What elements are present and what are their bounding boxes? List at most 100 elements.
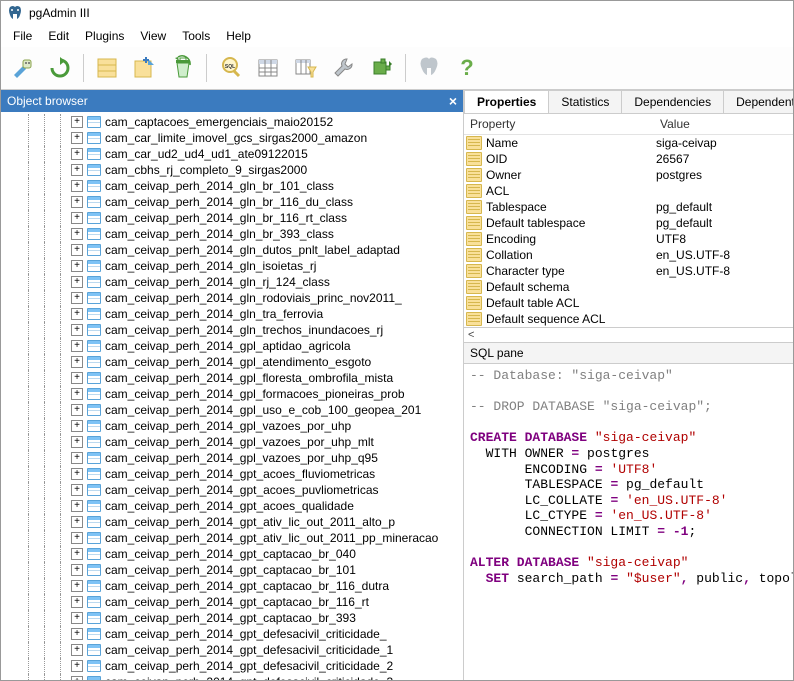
property-row[interactable]: Namesiga-ceivap bbox=[464, 135, 793, 151]
tree-item[interactable]: +cam_ceivap_perh_2014_gpl_vazoes_por_uhp… bbox=[1, 450, 463, 466]
tree-item[interactable]: +cam_ceivap_perh_2014_gln_rodoviais_prin… bbox=[1, 290, 463, 306]
tree-item[interactable]: +cam_ceivap_perh_2014_gpt_defesacivil_cr… bbox=[1, 626, 463, 642]
tree-item[interactable]: +cam_captacoes_emergenciais_maio20152 bbox=[1, 114, 463, 130]
expand-icon[interactable]: + bbox=[71, 660, 83, 672]
tree-item[interactable]: +cam_ceivap_perh_2014_gpt_acoes_puvliome… bbox=[1, 482, 463, 498]
expand-icon[interactable]: + bbox=[71, 452, 83, 464]
tree-item[interactable]: +cam_car_ud2_ud4_ud1_ate09122015 bbox=[1, 146, 463, 162]
tab-properties[interactable]: Properties bbox=[464, 90, 549, 113]
properties-list[interactable]: Namesiga-ceivapOID26567OwnerpostgresACLT… bbox=[464, 135, 793, 327]
property-row[interactable]: Default sequence ACL bbox=[464, 311, 793, 327]
tree-item[interactable]: +cam_ceivap_perh_2014_gpt_defesacivil_cr… bbox=[1, 674, 463, 680]
scroll-left-hint[interactable]: < bbox=[464, 327, 793, 342]
expand-icon[interactable]: + bbox=[71, 164, 83, 176]
expand-icon[interactable]: + bbox=[71, 532, 83, 544]
refresh-icon[interactable] bbox=[43, 51, 77, 85]
expand-icon[interactable]: + bbox=[71, 500, 83, 512]
expand-icon[interactable]: + bbox=[71, 292, 83, 304]
menu-view[interactable]: View bbox=[132, 27, 174, 45]
tree-item[interactable]: +cam_ceivap_perh_2014_gln_br_116_du_clas… bbox=[1, 194, 463, 210]
tree-item[interactable]: +cam_ceivap_perh_2014_gln_trechos_inunda… bbox=[1, 322, 463, 338]
tree-item[interactable]: +cam_ceivap_perh_2014_gpl_vazoes_por_uhp… bbox=[1, 434, 463, 450]
property-row[interactable]: Ownerpostgres bbox=[464, 167, 793, 183]
tree-item[interactable]: +cam_ceivap_perh_2014_gpl_formacoes_pion… bbox=[1, 386, 463, 402]
delete-icon[interactable] bbox=[166, 51, 200, 85]
tab-dependencies[interactable]: Dependencies bbox=[621, 90, 724, 113]
expand-icon[interactable]: + bbox=[71, 580, 83, 592]
expand-icon[interactable]: + bbox=[71, 324, 83, 336]
tab-statistics[interactable]: Statistics bbox=[548, 90, 622, 113]
tree-item[interactable]: +cam_ceivap_perh_2014_gpt_ativ_lic_out_2… bbox=[1, 530, 463, 546]
tree-item[interactable]: +cam_ceivap_perh_2014_gpt_captacao_br_10… bbox=[1, 562, 463, 578]
expand-icon[interactable]: + bbox=[71, 196, 83, 208]
expand-icon[interactable]: + bbox=[71, 612, 83, 624]
expand-icon[interactable]: + bbox=[71, 420, 83, 432]
expand-icon[interactable]: + bbox=[71, 372, 83, 384]
expand-icon[interactable]: + bbox=[71, 644, 83, 656]
expand-icon[interactable]: + bbox=[71, 340, 83, 352]
expand-icon[interactable]: + bbox=[71, 212, 83, 224]
property-row[interactable]: Tablespacepg_default bbox=[464, 199, 793, 215]
expand-icon[interactable]: + bbox=[71, 388, 83, 400]
property-row[interactable]: Character typeen_US.UTF-8 bbox=[464, 263, 793, 279]
tree-item[interactable]: +cam_ceivap_perh_2014_gpt_captacao_br_04… bbox=[1, 546, 463, 562]
property-row[interactable]: Default table ACL bbox=[464, 295, 793, 311]
tree-item[interactable]: +cam_ceivap_perh_2014_gpt_captacao_br_39… bbox=[1, 610, 463, 626]
expand-icon[interactable]: + bbox=[71, 596, 83, 608]
expand-icon[interactable]: + bbox=[71, 308, 83, 320]
plugins-icon[interactable] bbox=[365, 51, 399, 85]
tree-item[interactable]: +cam_ceivap_perh_2014_gln_br_393_class bbox=[1, 226, 463, 242]
property-row[interactable]: Default schema bbox=[464, 279, 793, 295]
tree-item[interactable]: +cam_ceivap_perh_2014_gpt_acoes_fluviome… bbox=[1, 466, 463, 482]
tab-dependents[interactable]: Dependents bbox=[723, 90, 793, 113]
tree-item[interactable]: +cam_ceivap_perh_2014_gln_rj_124_class bbox=[1, 274, 463, 290]
tree-item[interactable]: +cam_ceivap_perh_2014_gln_tra_ferrovia bbox=[1, 306, 463, 322]
property-row[interactable]: Default tablespacepg_default bbox=[464, 215, 793, 231]
menu-plugins[interactable]: Plugins bbox=[77, 27, 132, 45]
tree-item[interactable]: +cam_ceivap_perh_2014_gpl_uso_e_cob_100_… bbox=[1, 402, 463, 418]
expand-icon[interactable]: + bbox=[71, 276, 83, 288]
tree-item[interactable]: +cam_ceivap_perh_2014_gpl_aptidao_agrico… bbox=[1, 338, 463, 354]
tree-item[interactable]: +cam_ceivap_perh_2014_gpl_floresta_ombro… bbox=[1, 370, 463, 386]
expand-icon[interactable]: + bbox=[71, 628, 83, 640]
maintenance-icon[interactable] bbox=[327, 51, 361, 85]
expand-icon[interactable]: + bbox=[71, 260, 83, 272]
expand-icon[interactable]: + bbox=[71, 132, 83, 144]
tree-item[interactable]: +cam_ceivap_perh_2014_gpt_captacao_br_11… bbox=[1, 594, 463, 610]
help-icon[interactable]: ? bbox=[450, 51, 484, 85]
expand-icon[interactable]: + bbox=[71, 116, 83, 128]
tree-item[interactable]: +cam_ceivap_perh_2014_gpl_vazoes_por_uhp bbox=[1, 418, 463, 434]
expand-icon[interactable]: + bbox=[71, 404, 83, 416]
tree-item[interactable]: +cam_cbhs_rj_completo_9_sirgas2000 bbox=[1, 162, 463, 178]
new-object-icon[interactable] bbox=[128, 51, 162, 85]
expand-icon[interactable]: + bbox=[71, 468, 83, 480]
expand-icon[interactable]: + bbox=[71, 228, 83, 240]
tree-item[interactable]: +cam_ceivap_perh_2014_gpt_captacao_br_11… bbox=[1, 578, 463, 594]
tree-item[interactable]: +cam_ceivap_perh_2014_gln_dutos_pnlt_lab… bbox=[1, 242, 463, 258]
expand-icon[interactable]: + bbox=[71, 356, 83, 368]
menu-help[interactable]: Help bbox=[218, 27, 259, 45]
sql-icon[interactable]: SQL bbox=[213, 51, 247, 85]
close-icon[interactable]: × bbox=[449, 93, 457, 109]
tree-item[interactable]: +cam_ceivap_perh_2014_gpl_atendimento_es… bbox=[1, 354, 463, 370]
expand-icon[interactable]: + bbox=[71, 244, 83, 256]
menu-edit[interactable]: Edit bbox=[40, 27, 77, 45]
view-data-icon[interactable] bbox=[251, 51, 285, 85]
property-row[interactable]: EncodingUTF8 bbox=[464, 231, 793, 247]
expand-icon[interactable]: + bbox=[71, 484, 83, 496]
tree-item[interactable]: +cam_ceivap_perh_2014_gln_isoietas_rj bbox=[1, 258, 463, 274]
expand-icon[interactable]: + bbox=[71, 180, 83, 192]
property-row[interactable]: OID26567 bbox=[464, 151, 793, 167]
expand-icon[interactable]: + bbox=[71, 676, 83, 680]
tree-item[interactable]: +cam_car_limite_imovel_gcs_sirgas2000_am… bbox=[1, 130, 463, 146]
expand-icon[interactable]: + bbox=[71, 148, 83, 160]
sql-body[interactable]: -- Database: "siga-ceivap" -- DROP DATAB… bbox=[464, 364, 793, 680]
filter-data-icon[interactable] bbox=[289, 51, 323, 85]
expand-icon[interactable]: + bbox=[71, 516, 83, 528]
tree-item[interactable]: +cam_ceivap_perh_2014_gpt_ativ_lic_out_2… bbox=[1, 514, 463, 530]
menu-file[interactable]: File bbox=[5, 27, 40, 45]
expand-icon[interactable]: + bbox=[71, 548, 83, 560]
tree-item[interactable]: +cam_ceivap_perh_2014_gln_br_101_class bbox=[1, 178, 463, 194]
tree-item[interactable]: +cam_ceivap_perh_2014_gpt_defesacivil_cr… bbox=[1, 642, 463, 658]
expand-icon[interactable]: + bbox=[71, 436, 83, 448]
